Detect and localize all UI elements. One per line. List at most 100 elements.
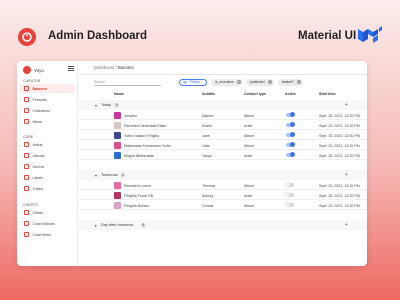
active-toggle[interactable] [285,202,294,208]
cell-start: Sept. 20, 2021, 12:30 PM [319,183,360,188]
chevron-down-icon[interactable]: ▾ [95,173,97,178]
column-header-name[interactable]: Name [114,92,124,96]
more-options-icon[interactable]: ⋮ [346,112,350,117]
toggle-knob [285,182,290,188]
group-header[interactable]: ▾ Tomorrow 3 + [79,170,367,180]
table-row[interactable]: Tortor Nullam Fringilla Jane Album Sept. 20… [79,130,367,140]
column-header-content-type[interactable]: Content type [244,92,266,96]
sidebar-section-curator: CURATOR [23,79,41,83]
sidebar-item-charts[interactable]: Charts [20,208,75,217]
sidebar-item-chart-editions[interactable]: Chart editions [20,219,75,228]
sidebar-item-mixes[interactable]: Mixes [20,117,75,126]
filters-button[interactable]: Filters [179,78,207,86]
sidebar-item-genres[interactable]: Genres [20,162,75,171]
toggle-knob [290,112,295,118]
chevron-down-icon[interactable]: ▾ [95,103,97,108]
menu-icon[interactable] [68,66,74,72]
cell-start: Sept. 20, 2021, 12:30 PM [319,153,360,158]
more-options-icon[interactable]: ⋮ [346,202,350,207]
table-row[interactable]: Fringilla Fusce Elit Aubrey Artist Sept. 20… [79,190,367,200]
more-options-icon[interactable]: ⋮ [346,142,350,147]
filter-chip[interactable]: published × [246,78,274,86]
toggle-knob [290,132,295,138]
breadcrumb-root[interactable]: Dashboard [94,65,115,70]
material-ui-logo-icon [358,26,382,43]
cell-type: Album [244,143,255,148]
more-options-icon[interactable]: ⋮ [346,152,350,157]
cell-subtitle: Theresa [202,183,216,188]
cell-start: Sept. 20, 2021, 12:30 PM [319,133,360,138]
active-toggle[interactable] [285,182,294,188]
tracks-icon [24,186,29,191]
toggle-knob [285,202,290,208]
app-window: Yoyo CURATOR Banners Features Collection… [17,61,367,266]
group-count-badge: 3 [120,172,126,178]
sidebar-item-chart-items[interactable]: Chart items [20,230,75,239]
chip-close-icon[interactable]: × [236,80,241,84]
search-input[interactable]: Search [94,79,161,86]
active-toggle[interactable] [285,192,294,198]
more-options-icon[interactable]: ⋮ [346,192,350,197]
cell-start: Sept. 20, 2021, 12:30 PM [319,203,360,208]
table-row[interactable]: Fringilla Nullam Connie Album Sept. 20, 202… [79,200,367,210]
more-options-icon[interactable]: ⋮ [346,132,350,137]
active-toggle[interactable] [286,142,295,148]
sidebar-item-features[interactable]: Features [20,95,75,104]
table-row[interactable]: Malesuada Fermentum Tortor Julia Album Sept… [79,140,367,150]
row-thumbnail [114,181,121,189]
chip-label: published [250,80,265,84]
sidebar-item-artists[interactable]: Artists [20,140,75,149]
sidebar-item-banners[interactable]: Banners [20,84,75,93]
cell-subtitle: Dianne [202,113,214,118]
group-header[interactable]: ▸ Day after tomorrow 8 + [79,220,367,230]
table-row[interactable]: Parturient Lorem Theresa Album Sept. 20, 20… [79,180,367,190]
chip-close-icon[interactable]: × [267,80,272,84]
sidebar-item-collections[interactable]: Collections [20,106,75,115]
features-icon [24,97,29,102]
filter-chip[interactable]: basketT × [278,78,304,86]
cell-name: Parturient Lorem [124,183,151,188]
sidebar-item-label: Banners [32,86,47,91]
sidebar-section-core: CORE [23,135,34,139]
sidebar-brand[interactable]: Yoyo [23,64,44,76]
banner-title: Admin Dashboard [48,30,148,42]
group-count-badge: 5 [114,102,120,108]
group-header[interactable]: ▾ Today 5 + [79,100,367,110]
active-toggle[interactable] [286,122,295,128]
chart-editions-icon [24,221,29,226]
chip-label: basketT [282,80,295,84]
chip-close-icon[interactable]: × [297,80,302,84]
filter-chip[interactable]: is_new:abcs × [211,78,243,86]
add-icon[interactable]: + [345,172,348,178]
active-toggle[interactable] [286,112,295,118]
more-options-icon[interactable]: ⋮ [346,122,350,127]
sidebar-item-label: Artists [32,142,43,147]
sidebar-item-label: Chart editions [32,221,55,226]
labels-icon [24,175,29,180]
column-header-start-time[interactable]: Start time [319,92,336,96]
sidebar-item-albums[interactable]: Albums [20,151,75,160]
table-row[interactable]: Innopho Dianne Album Sept. 20, 2021, 12:30 … [79,110,367,120]
breadcrumb-current: Banners [118,65,134,70]
chevron-right-icon[interactable]: ▸ [95,223,97,228]
column-header-active[interactable]: Active [285,92,296,96]
sidebar-item-labels[interactable]: Labels [20,173,75,182]
add-icon[interactable]: + [345,102,348,108]
more-options-icon[interactable]: ⋮ [346,182,350,187]
table-row[interactable]: Magna Malesuada Tanya Artist Sept. 20, 2021… [79,150,367,160]
chart-items-icon [24,232,29,237]
active-toggle[interactable] [286,152,295,158]
divider [79,74,367,75]
active-toggle[interactable] [286,132,295,138]
column-header-subtitle[interactable]: Subtitle [202,92,215,96]
add-icon[interactable]: + [345,222,348,228]
cell-type: Artist [244,193,253,198]
table-row[interactable]: Parturient Venenatis Etiam Kristin Artist S… [79,120,367,130]
sidebar-item-label: Tracks [32,186,44,191]
sidebar-item-tracks[interactable]: Tracks [20,184,75,193]
cell-name: Fringilla Nullam [124,203,149,208]
row-thumbnail [114,141,121,149]
cell-name: Malesuada Fermentum Tortor [124,143,172,148]
sidebar-item-label: Collections [32,108,51,113]
group-name: Tomorrow [101,173,118,177]
